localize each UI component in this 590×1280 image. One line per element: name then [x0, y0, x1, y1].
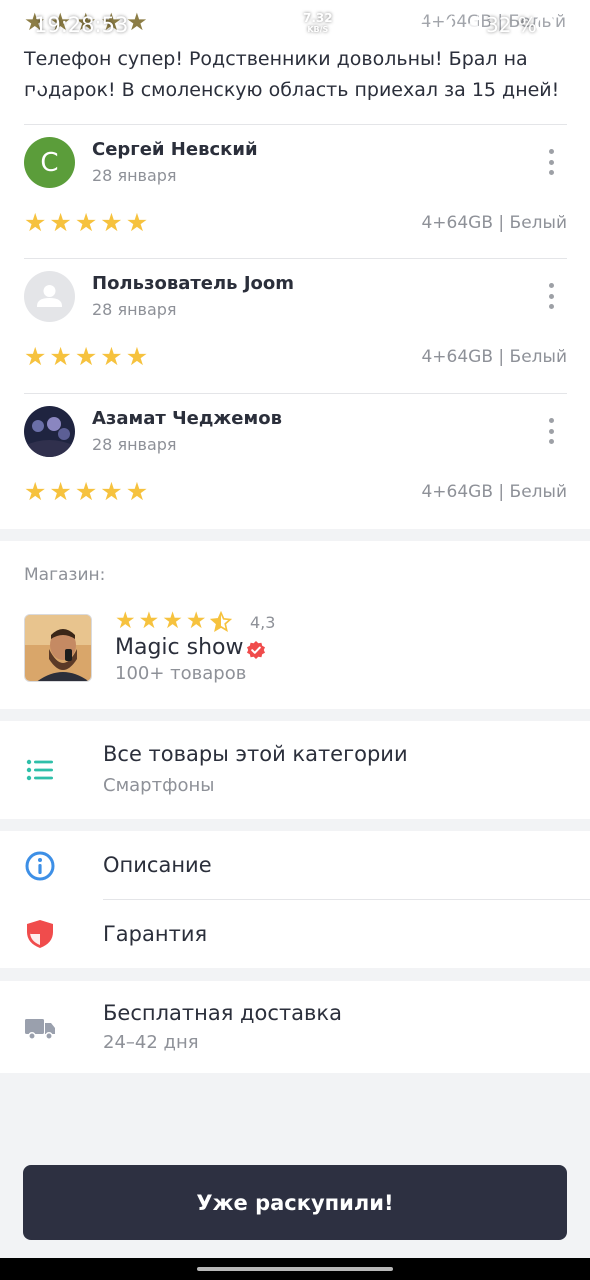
avatar[interactable]: [24, 406, 75, 457]
review-stars: ★ ★ ★ ★ ★: [24, 344, 148, 369]
cta-area: Уже раскупили!: [0, 1150, 590, 1258]
back-arrow-icon[interactable]: [24, 80, 52, 108]
network-speed-value: 7.32: [303, 11, 333, 25]
description-row[interactable]: Описание: [0, 831, 590, 899]
category-row[interactable]: Все товары этой категории Смартфоны: [0, 721, 590, 819]
review-item: С Сергей Невский 28 января ★ ★ ★ ★ ★ 4+64GB …: [24, 124, 567, 259]
star-icon: ★: [125, 342, 149, 371]
system-nav-bar: [0, 1258, 590, 1280]
star-icon: ★: [49, 342, 72, 371]
star-icon: ★: [49, 477, 72, 506]
description-label: Описание: [103, 853, 212, 877]
star-icon: ★: [125, 208, 149, 237]
battery-icon: [535, 14, 555, 34]
alarm-icon: [342, 14, 360, 33]
star-icon: ★: [100, 342, 123, 371]
more-options-icon[interactable]: [549, 149, 555, 175]
network-speed-unit: KB/S: [307, 25, 329, 34]
nfc-icon: [370, 13, 390, 35]
reviewer-name[interactable]: Азамат Чеджемов: [92, 408, 282, 429]
shop-rating-stars: ★ ★ ★ ★: [115, 610, 232, 633]
warranty-label: Гарантия: [103, 922, 208, 946]
star-icon: ★: [115, 608, 136, 634]
star-icon: ★: [185, 608, 207, 634]
signal-icon: [434, 15, 452, 33]
review-item: Азамат Чеджемов 28 января ★ ★ ★ ★ ★ 4+64GB |…: [24, 393, 567, 528]
review-date: 28 января: [92, 300, 177, 319]
avatar[interactable]: С: [24, 137, 75, 188]
star-icon: ★: [100, 477, 123, 506]
status-bar: 19:28:53 7.32 KB/S 32 %: [0, 8, 590, 42]
shield-icon: [27, 920, 53, 948]
category-title: Все товары этой категории: [103, 742, 408, 766]
star-icon: ★: [74, 477, 98, 506]
reviews-list: С Сергей Невский 28 января ★ ★ ★ ★ ★ 4+64GB …: [0, 124, 590, 529]
star-icon: ★: [49, 208, 72, 237]
review-variant: 4+64GB | Белый: [421, 213, 567, 233]
shop-card[interactable]: Магазин: ★ ★ ★ ★ 4,3 Magic show 100+ тов…: [0, 541, 590, 709]
list-icon: [26, 759, 53, 781]
review-date: 28 января: [92, 166, 177, 185]
review-item: Пользователь Joom 28 января ★ ★ ★ ★ ★ 4+64GB…: [24, 258, 567, 393]
verified-badge-icon: [247, 641, 265, 659]
shop-name[interactable]: Magic show: [115, 635, 244, 660]
shop-rating-value: 4,3: [250, 613, 276, 632]
sold-out-button[interactable]: Уже раскупили!: [23, 1165, 567, 1240]
star-icon: ★: [24, 477, 47, 506]
user-placeholder-icon: [37, 285, 62, 307]
star-icon: ★: [74, 342, 98, 371]
more-options-icon[interactable]: [549, 283, 555, 309]
delivery-title: Бесплатная доставка: [103, 1001, 342, 1025]
reviewer-name[interactable]: Сергей Невский: [92, 139, 258, 160]
star-icon: ★: [74, 208, 98, 237]
review-stars: ★ ★ ★ ★ ★: [24, 479, 148, 504]
reviewer-name[interactable]: Пользователь Joom: [92, 273, 294, 294]
category-subtitle: Смартфоны: [103, 775, 215, 796]
info-section: Описание Гарантия: [0, 831, 590, 968]
truck-icon: [25, 1019, 55, 1040]
shop-photo-image: [25, 615, 91, 681]
avatar[interactable]: [24, 271, 75, 322]
battery-level: 32 %: [486, 13, 537, 37]
network-speed: 7.32 KB/S: [303, 11, 333, 35]
half-star-icon: [209, 610, 232, 632]
star-icon: ★: [24, 342, 47, 371]
previous-review-text: Телефон супер! Родственники довольны! Бр…: [24, 48, 560, 101]
star-icon: ★: [24, 208, 47, 237]
more-options-icon[interactable]: [549, 418, 555, 444]
review-date: 28 января: [92, 435, 177, 454]
delivery-days: 24–42 дня: [103, 1032, 199, 1053]
star-icon: ★: [138, 608, 160, 634]
warranty-row[interactable]: Гарантия: [0, 900, 590, 968]
shop-avatar[interactable]: [24, 614, 92, 682]
wifi-icon: [401, 15, 425, 33]
review-variant: 4+64GB | Белый: [421, 347, 567, 367]
previous-review-area: ★ ★ ★ ★ ★ 4+64GB | Белый Телефон супер! …: [0, 0, 590, 124]
star-icon: ★: [162, 608, 183, 634]
delivery-row[interactable]: Бесплатная доставка 24–42 дня: [0, 981, 590, 1073]
shop-product-count: 100+ товаров: [115, 663, 247, 684]
review-variant: 4+64GB | Белый: [421, 482, 567, 502]
user-photo: [24, 406, 75, 457]
shop-label: Магазин:: [24, 565, 106, 585]
star-icon: ★: [100, 208, 123, 237]
info-icon: [25, 851, 55, 881]
star-icon: ★: [125, 477, 149, 506]
review-stars: ★ ★ ★ ★ ★: [24, 210, 148, 235]
home-gesture-handle[interactable]: [197, 1267, 393, 1271]
signal-icon-2: [460, 15, 478, 33]
status-time: 19:28:53: [34, 13, 129, 37]
